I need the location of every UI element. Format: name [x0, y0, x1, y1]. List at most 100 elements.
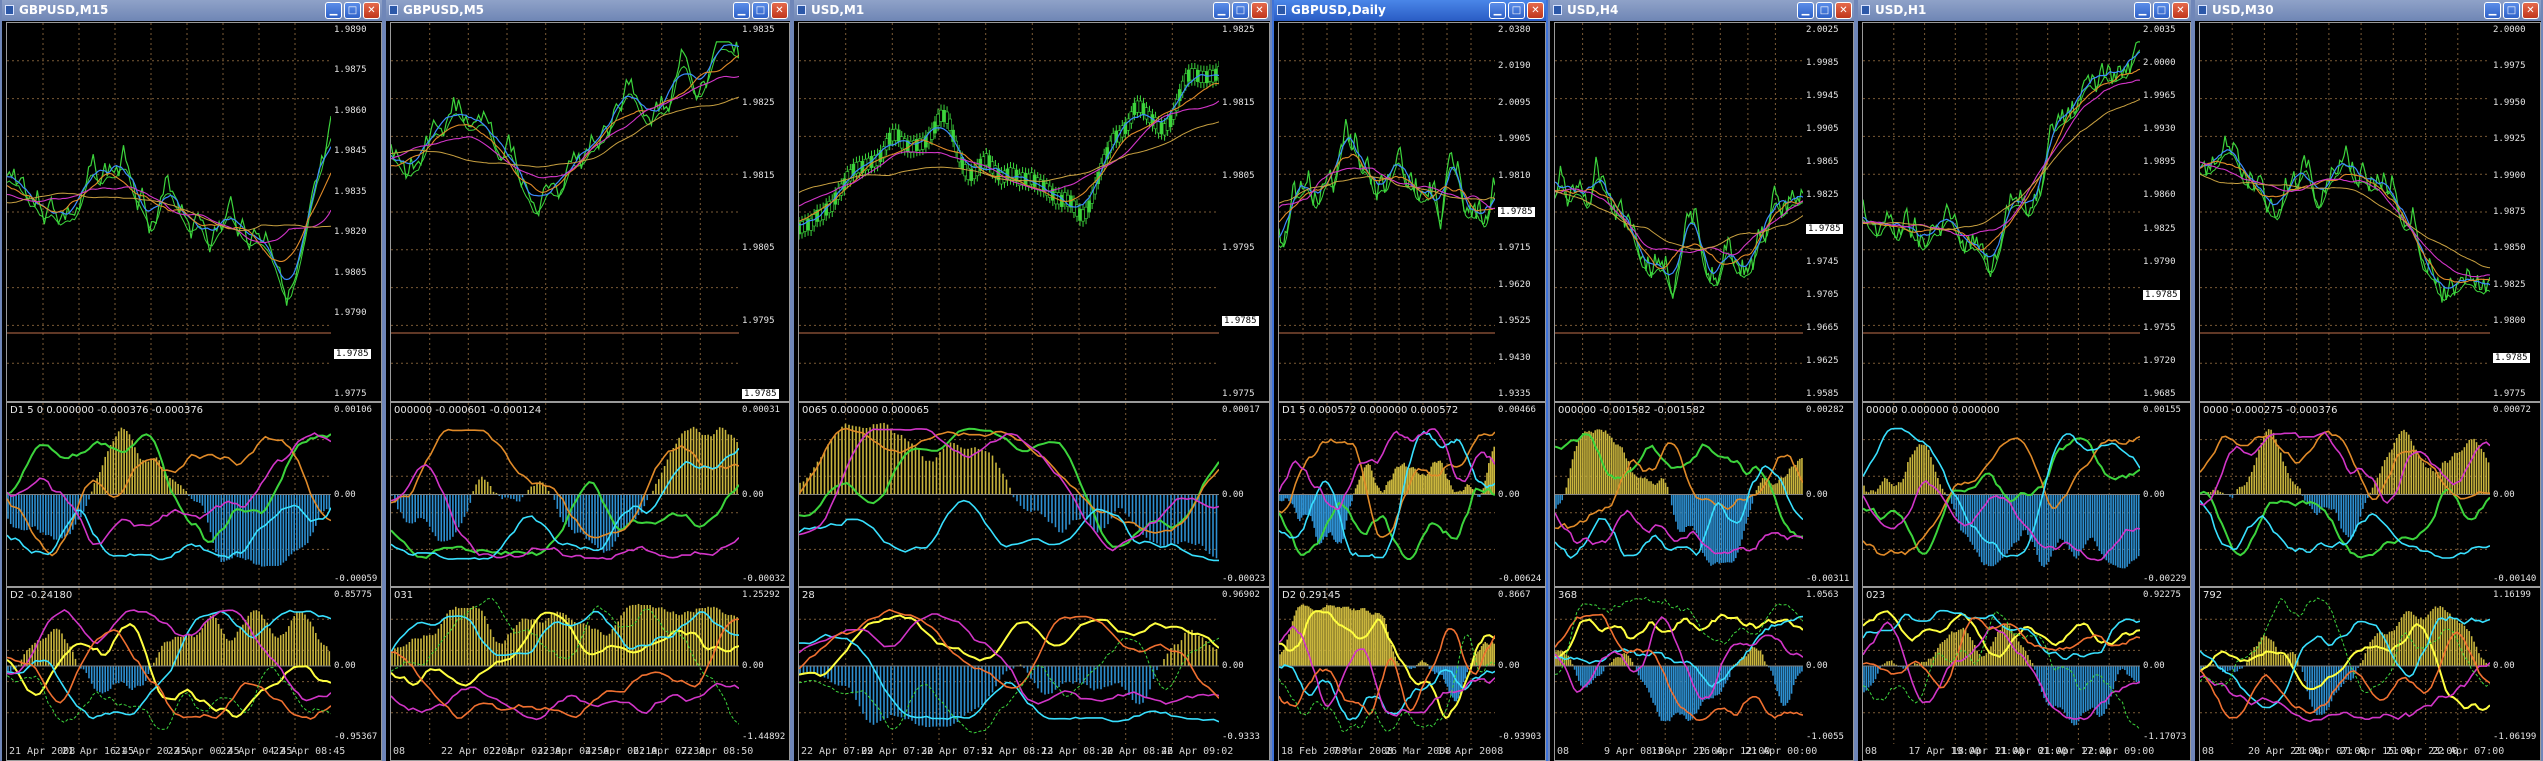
mid-price-scale[interactable]: 0.00155 0.00 -0.00229 [2140, 403, 2190, 586]
chart-window-2[interactable]: USD,M1 ▁ □ ✕ 1.9825 1.9815 1.9805 1.9795 1.9785 1… [792, 0, 1272, 761]
low-plot [799, 588, 1219, 744]
time-tick-label: 14 Apr 2008 [1437, 746, 1504, 757]
main-price-scale[interactable]: 1.9890 1.9875 1.9860 1.9845 1.9835 1.9820 1.98… [331, 23, 381, 401]
low-indicator-pane[interactable]: 0.8667 0.00 -0.93903 D2 0.29145 18 Feb 2008 7… [1278, 587, 1546, 761]
chart-window-6[interactable]: USD,M30 ▁ □ ✕ 2.0000 1.9975 1.9950 1.9925 1.9900… [2193, 0, 2543, 761]
chart-window-4[interactable]: USD,H4 ▁ □ ✕ 2.0025 1.9985 1.9945 1.9905 1.9865 1… [1548, 0, 1856, 761]
oscillator-line-1 [799, 427, 1219, 534]
oscillator-line-3 [1279, 428, 1495, 511]
price-tick-label: 0.00 [1222, 661, 1244, 671]
terminal-workspace: { "colors": {"title_active": "#2a5cc4", … [0, 0, 2543, 761]
close-button[interactable]: ✕ [2522, 2, 2539, 19]
chart-window-3[interactable]: GBPUSD,Daily ▁ □ ✕ 2.0380 2.0190 2.0095 1.9905 1… [1272, 0, 1548, 761]
mid-price-scale[interactable]: 0.00282 0.00 -0.00311 [1803, 403, 1853, 586]
main-indicator-pane[interactable]: 2.0380 2.0190 2.0095 1.9905 1.9810 1.9785 1.97… [1278, 22, 1546, 402]
main-price-scale[interactable]: 1.9835 1.9825 1.9815 1.9805 1.9795 1.9785 [739, 23, 789, 401]
chart-window-1[interactable]: GBPUSD,M5 ▁ □ ✕ 1.9835 1.9825 1.9815 1.9805 1.97… [384, 0, 792, 761]
ma-long-line [391, 96, 739, 168]
minimize-button[interactable]: ▁ [2484, 2, 2501, 19]
low-price-scale[interactable]: 1.0563 0.00 -1.0055 [1803, 588, 1853, 760]
main-price-scale[interactable]: 2.0380 2.0190 2.0095 1.9905 1.9810 1.9785 1.97… [1495, 23, 1545, 401]
minimize-button[interactable]: ▁ [2134, 2, 2151, 19]
low-price-scale[interactable]: 0.96902 0.00 -0.9333 [1219, 588, 1269, 760]
time-axis: 08 22 Apr 02:05 22 Apr 03:30 22 Apr 04:50 22… [391, 742, 789, 760]
close-button[interactable]: ✕ [771, 2, 788, 19]
histogram [1279, 446, 1495, 545]
main-plot [1555, 23, 1803, 401]
minimize-button[interactable]: ▁ [733, 2, 750, 19]
mid-indicator-pane[interactable]: 0.00017 0.00 -0.00023 0065 0.000000 0.00006… [798, 402, 1270, 587]
low-price-scale[interactable]: 0.92275 0.00 -1.17073 [2140, 588, 2190, 760]
low-indicator-pane[interactable]: 0.92275 0.00 -1.17073 023 08 17 Apr 19:00 18 A… [1862, 587, 2191, 761]
mid-price-scale[interactable]: 0.00072 0.00 -0.00140 [2490, 403, 2540, 586]
low-indicator-pane[interactable]: 0.85775 0.00 -0.95367 D2 -0.24180 21 Apr 200… [6, 587, 382, 761]
title-bar[interactable]: USD,H1 ▁ □ ✕ [1858, 0, 2191, 21]
minimize-button[interactable]: ▁ [1797, 2, 1814, 19]
price-tick-label: 0.00155 [2143, 405, 2181, 415]
low-indicator-pane[interactable]: 1.25292 0.00 -1.44892 031 08 22 Apr 02:05 22 A… [390, 587, 790, 761]
mid-indicator-pane[interactable]: 0.00466 0.00 -0.00624 D1 5 0.000572 0.00000… [1278, 402, 1546, 587]
maximize-button[interactable]: □ [2153, 2, 2170, 19]
close-button[interactable]: ✕ [1251, 2, 1268, 19]
indicator-label: 00000 0.000000 0.000000 [1866, 405, 2000, 416]
title-bar[interactable]: USD,M1 ▁ □ ✕ [794, 0, 1270, 21]
main-indicator-pane[interactable]: 1.9890 1.9875 1.9860 1.9845 1.9835 1.9820 1.98… [6, 22, 382, 402]
low-price-scale[interactable]: 1.16199 0.00 -1.06199 [2490, 588, 2540, 760]
main-indicator-pane[interactable]: 2.0035 2.0000 1.9965 1.9930 1.9895 1.9860 1.98… [1862, 22, 2191, 402]
main-price-scale[interactable]: 2.0025 1.9985 1.9945 1.9905 1.9865 1.9825 1.97… [1803, 23, 1853, 401]
main-indicator-pane[interactable]: 1.9835 1.9825 1.9815 1.9805 1.9795 1.9785 [390, 22, 790, 402]
main-indicator-pane[interactable]: 1.9825 1.9815 1.9805 1.9795 1.9785 1.9775 [798, 22, 1270, 402]
mid-indicator-pane[interactable]: 0.00155 0.00 -0.00229 00000 0.000000 0.0000… [1862, 402, 2191, 587]
indicator-label: D1 5 0.000572 0.000000 0.000572 [1282, 405, 1459, 416]
title-bar[interactable]: GBPUSD,M5 ▁ □ ✕ [386, 0, 790, 21]
maximize-button[interactable]: □ [344, 2, 361, 19]
low-price-scale[interactable]: 0.85775 0.00 -0.95367 [331, 588, 381, 760]
low-indicator-pane[interactable]: 1.16199 0.00 -1.06199 792 08 20 Apr 23:00 21 A… [2199, 587, 2541, 761]
ma-long-line [2200, 173, 2490, 269]
minimize-button[interactable]: ▁ [1213, 2, 1230, 19]
main-plot [799, 23, 1219, 401]
low-indicator-pane[interactable]: 0.96902 0.00 -0.9333 28 22 Apr 07:09 22 Apr 0… [798, 587, 1270, 761]
mid-price-scale[interactable]: 0.00017 0.00 -0.00023 [1219, 403, 1269, 586]
main-indicator-pane[interactable]: 2.0000 1.9975 1.9950 1.9925 1.9900 1.9875 1.98… [2199, 22, 2541, 402]
mid-indicator-pane[interactable]: 0.00282 0.00 -0.00311 000000 -0.001582 -0.0… [1554, 402, 1854, 587]
main-indicator-pane[interactable]: 2.0025 1.9985 1.9945 1.9905 1.9865 1.9825 1.97… [1554, 22, 1854, 402]
title-bar[interactable]: USD,H4 ▁ □ ✕ [1550, 0, 1854, 21]
close-button[interactable]: ✕ [1835, 2, 1852, 19]
price-tick-label: 0.92275 [2143, 590, 2181, 600]
maximize-button[interactable]: □ [1816, 2, 1833, 19]
mid-price-scale[interactable]: 0.00466 0.00 -0.00624 [1495, 403, 1545, 586]
low-price-scale[interactable]: 1.25292 0.00 -1.44892 [739, 588, 789, 760]
oscillator-line-0 [2200, 487, 2490, 559]
main-price-scale[interactable]: 2.0035 2.0000 1.9965 1.9930 1.9895 1.9860 1.98… [2140, 23, 2190, 401]
mid-indicator-pane[interactable]: 0.00031 0.00 -0.00032 000000 -0.000601 -0.0… [390, 402, 790, 587]
main-price-scale[interactable]: 1.9825 1.9815 1.9805 1.9795 1.9785 1.9775 [1219, 23, 1269, 401]
maximize-button[interactable]: □ [752, 2, 769, 19]
chart-window-0[interactable]: GBPUSD,M15 ▁ □ ✕ 1.9890 1.9875 1.9860 1.9845 1.9… [0, 0, 384, 761]
close-button[interactable]: ✕ [2172, 2, 2189, 19]
maximize-button[interactable]: □ [2503, 2, 2520, 19]
envelope-line [7, 138, 331, 300]
grid-lines [391, 23, 739, 401]
minimize-button[interactable]: ▁ [325, 2, 342, 19]
price-tick-label: 1.9865 [1806, 157, 1839, 168]
mid-indicator-pane[interactable]: 0.00106 0.00 -0.00059 D1 5 0 0.000000 -0.00… [6, 402, 382, 587]
maximize-button[interactable]: □ [1508, 2, 1525, 19]
mid-plot [2200, 403, 2490, 586]
mid-indicator-pane[interactable]: 0.00072 0.00 -0.00140 0000 -0.000275 -0.000… [2199, 402, 2541, 587]
main-price-scale[interactable]: 2.0000 1.9975 1.9950 1.9925 1.9900 1.9875 1.98… [2490, 23, 2540, 401]
close-button[interactable]: ✕ [363, 2, 380, 19]
low-price-scale[interactable]: 0.8667 0.00 -0.93903 [1495, 588, 1545, 760]
chart-window-5[interactable]: USD,H1 ▁ □ ✕ 2.0035 2.0000 1.9965 1.9930 1.9895 1… [1856, 0, 2193, 761]
low-plot [1863, 588, 2140, 744]
title-bar[interactable]: GBPUSD,M15 ▁ □ ✕ [2, 0, 382, 21]
maximize-button[interactable]: □ [1232, 2, 1249, 19]
minimize-button[interactable]: ▁ [1489, 2, 1506, 19]
title-bar[interactable]: GBPUSD,Daily ▁ □ ✕ [1274, 0, 1546, 21]
low-indicator-pane[interactable]: 1.0563 0.00 -1.0055 368 08 9 Apr 08:00 13 Apr … [1554, 587, 1854, 761]
mid-price-scale[interactable]: 0.00106 0.00 -0.00059 [331, 403, 381, 586]
title-bar[interactable]: USD,M30 ▁ □ ✕ [2195, 0, 2541, 21]
close-button[interactable]: ✕ [1527, 2, 1544, 19]
low-plot [7, 588, 331, 744]
mid-price-scale[interactable]: 0.00031 0.00 -0.00032 [739, 403, 789, 586]
